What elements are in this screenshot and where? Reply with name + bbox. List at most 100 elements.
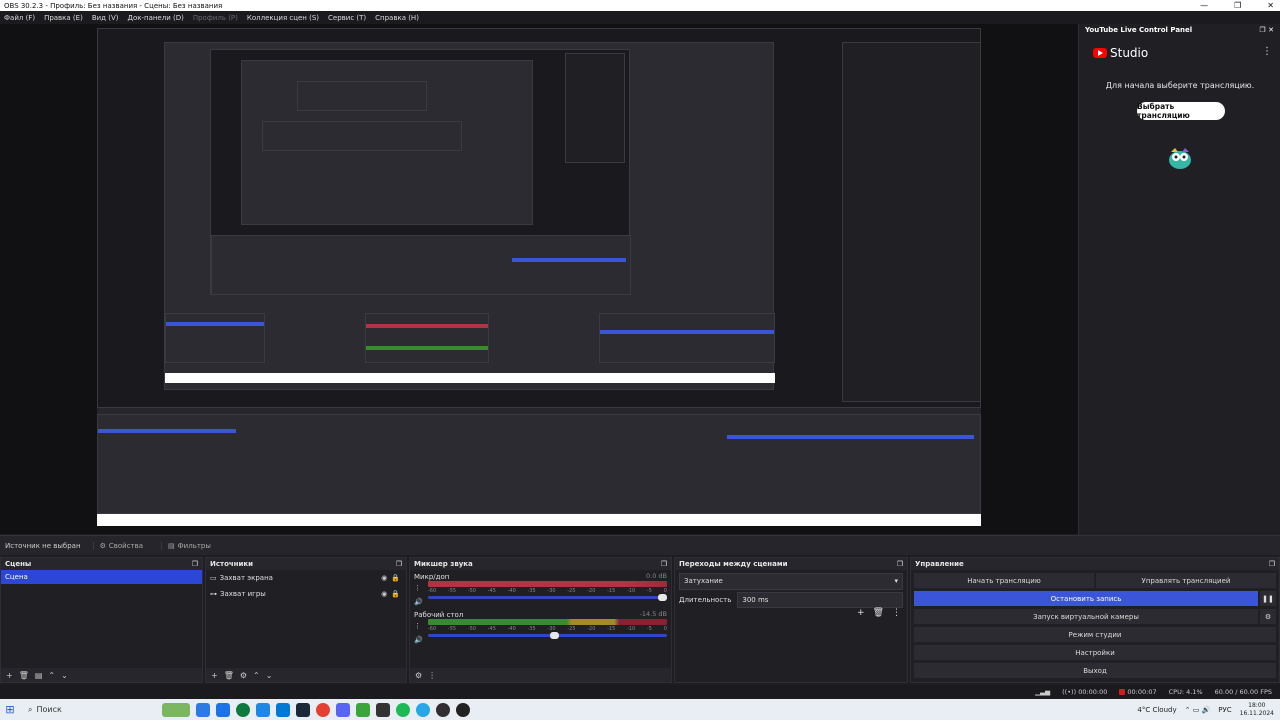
- menu-edit[interactable]: Правка (E): [44, 14, 83, 22]
- widget-icon[interactable]: [162, 702, 190, 717]
- volume-knob[interactable]: [658, 594, 667, 601]
- lock-icon[interactable]: 🔒: [391, 574, 400, 582]
- gear-icon[interactable]: ⚙: [240, 671, 247, 680]
- eye-icon[interactable]: ◉: [381, 574, 387, 582]
- windows-start-icon[interactable]: ⊞: [0, 703, 20, 716]
- tick-label: -45: [487, 626, 496, 632]
- gear-icon[interactable]: ⚙: [415, 671, 422, 680]
- discord-icon[interactable]: [336, 702, 350, 717]
- virtual-camera-button[interactable]: Запуск виртуальной камеры: [914, 609, 1258, 624]
- lock-icon[interactable]: 🔒: [391, 590, 400, 598]
- pause-icon[interactable]: ❚❚: [1260, 591, 1276, 606]
- maximize-button[interactable]: ❐: [1234, 0, 1241, 11]
- store-icon[interactable]: [216, 702, 230, 717]
- steam-icon[interactable]: [296, 702, 310, 717]
- add-icon[interactable]: +: [857, 608, 865, 618]
- settings-button[interactable]: Настройки: [914, 645, 1276, 660]
- menu-help[interactable]: Справка (H): [375, 14, 419, 22]
- photos-icon[interactable]: [276, 702, 290, 717]
- properties-label: Свойства: [108, 541, 144, 550]
- dock-controls-icon[interactable]: ❐ ✕: [1259, 26, 1274, 34]
- trash-icon[interactable]: 🗑: [224, 671, 234, 680]
- tick-label: -50: [467, 588, 476, 594]
- studio-mode-button[interactable]: Режим студии: [914, 627, 1276, 642]
- undock-icon[interactable]: ❐: [192, 560, 198, 568]
- level-meter: [428, 581, 667, 587]
- menu-profile[interactable]: Профиль (P): [193, 14, 238, 22]
- menu-view[interactable]: Вид (V): [92, 14, 119, 22]
- trash-icon[interactable]: 🗑: [873, 608, 884, 618]
- select-broadcast-button[interactable]: Выбрать трансляцию: [1137, 102, 1225, 120]
- speaker-icon[interactable]: 🔊: [414, 633, 423, 647]
- properties-button[interactable]: ⚙ Свойства: [92, 541, 149, 550]
- volume-slider[interactable]: [428, 632, 667, 639]
- duration-input[interactable]: 300 ms: [737, 592, 903, 608]
- meter-ticks: -60 -55 -50 -45 -40 -35 -30 -25 -20 -15 -10 -5 0: [428, 626, 667, 632]
- trash-icon[interactable]: 🗑: [19, 671, 29, 680]
- source-item-game[interactable]: ⊶ Захват игры ◉ 🔒: [206, 586, 406, 602]
- more-options-icon[interactable]: ⋮: [892, 608, 901, 618]
- monitor-icon: ▭: [210, 574, 217, 582]
- menu-docks[interactable]: Док-панели (D): [127, 14, 183, 22]
- chevron-up-icon[interactable]: ⌃: [48, 671, 55, 680]
- language-indicator[interactable]: РУС: [1218, 706, 1231, 714]
- more-options-icon[interactable]: ⋮: [414, 581, 423, 595]
- level-meter: [428, 619, 667, 625]
- telegram-icon[interactable]: [416, 702, 430, 717]
- chevron-down-icon[interactable]: ⌄: [61, 671, 68, 680]
- tick-label: -35: [527, 626, 536, 632]
- filters-button[interactable]: ▤ Фильтры: [161, 541, 217, 550]
- menu-scene-collection[interactable]: Коллекция сцен (S): [247, 14, 319, 22]
- transition-select[interactable]: Затухание ▾: [679, 573, 903, 590]
- tick-label: 0: [663, 626, 667, 632]
- chevron-up-icon[interactable]: ⌃: [253, 671, 260, 680]
- more-options-icon[interactable]: ⋮: [1262, 46, 1272, 57]
- preview-area[interactable]: [0, 24, 1078, 534]
- chrome-icon[interactable]: [316, 702, 330, 717]
- scene-item[interactable]: Сцена: [1, 570, 202, 584]
- speaker-icon[interactable]: 🔊: [414, 595, 423, 609]
- search-icon: ⌕: [28, 704, 33, 714]
- taskbar-search[interactable]: ⌕ Поиск: [20, 705, 150, 715]
- close-button[interactable]: ✕: [1267, 0, 1274, 11]
- volume-slider[interactable]: [428, 594, 667, 601]
- tray-icons[interactable]: ⌃ ▭ 🔊: [1185, 706, 1211, 714]
- gear-icon[interactable]: ⚙: [1260, 609, 1276, 624]
- chevron-down-icon[interactable]: ⌄: [266, 671, 273, 680]
- eye-icon[interactable]: ◉: [381, 590, 387, 598]
- controls-dock: Управление ❐ Начать трансляцию Управлять…: [910, 557, 1280, 683]
- undock-icon[interactable]: ❐: [396, 560, 402, 568]
- xbox-icon[interactable]: [356, 702, 370, 717]
- tidal-icon[interactable]: [376, 702, 390, 717]
- edge-icon[interactable]: [236, 702, 250, 717]
- stop-recording-button[interactable]: Остановить запись: [914, 591, 1258, 606]
- chevron-down-icon: ▾: [894, 577, 898, 585]
- task-view-icon[interactable]: [196, 702, 210, 717]
- media-player-icon[interactable]: [456, 702, 470, 717]
- search-label: Поиск: [36, 705, 62, 714]
- exit-button[interactable]: Выход: [914, 663, 1276, 678]
- undock-icon[interactable]: ❐: [661, 560, 667, 568]
- spotify-icon[interactable]: [396, 702, 410, 717]
- undock-icon[interactable]: ❐: [1269, 560, 1275, 568]
- more-options-icon[interactable]: ⋮: [428, 671, 436, 680]
- outlook-icon[interactable]: [256, 702, 270, 717]
- undock-icon[interactable]: ❐: [897, 560, 903, 568]
- volume-knob[interactable]: [550, 632, 560, 639]
- weather-text[interactable]: 4°C Cloudy: [1137, 706, 1176, 714]
- add-icon[interactable]: +: [211, 671, 218, 680]
- system-tray: 4°C Cloudy ⌃ ▭ 🔊 РУС 18:00 16.11.2024: [1137, 702, 1274, 718]
- filter-icon[interactable]: ▤: [35, 671, 43, 680]
- minimize-button[interactable]: —: [1200, 0, 1208, 11]
- scenes-dock: Сцены ❐ Сцена + 🗑 ▤ ⌃ ⌄: [0, 557, 203, 683]
- taskbar-clock[interactable]: 18:00 16.11.2024: [1240, 702, 1274, 718]
- obs-icon[interactable]: [436, 702, 450, 717]
- more-options-icon[interactable]: ⋮: [414, 619, 423, 633]
- source-item-screen[interactable]: ▭ Захват экрана ◉ 🔒: [206, 570, 406, 586]
- menu-file[interactable]: Файл (F): [4, 14, 35, 22]
- start-stream-button[interactable]: Начать трансляцию: [914, 573, 1094, 588]
- menu-tools[interactable]: Сервис (T): [328, 14, 366, 22]
- manage-stream-button[interactable]: Управлять трансляцией: [1096, 573, 1276, 588]
- youtube-panel-header: YouTube Live Control Panel ❐ ✕: [1079, 24, 1280, 36]
- add-icon[interactable]: +: [6, 671, 13, 680]
